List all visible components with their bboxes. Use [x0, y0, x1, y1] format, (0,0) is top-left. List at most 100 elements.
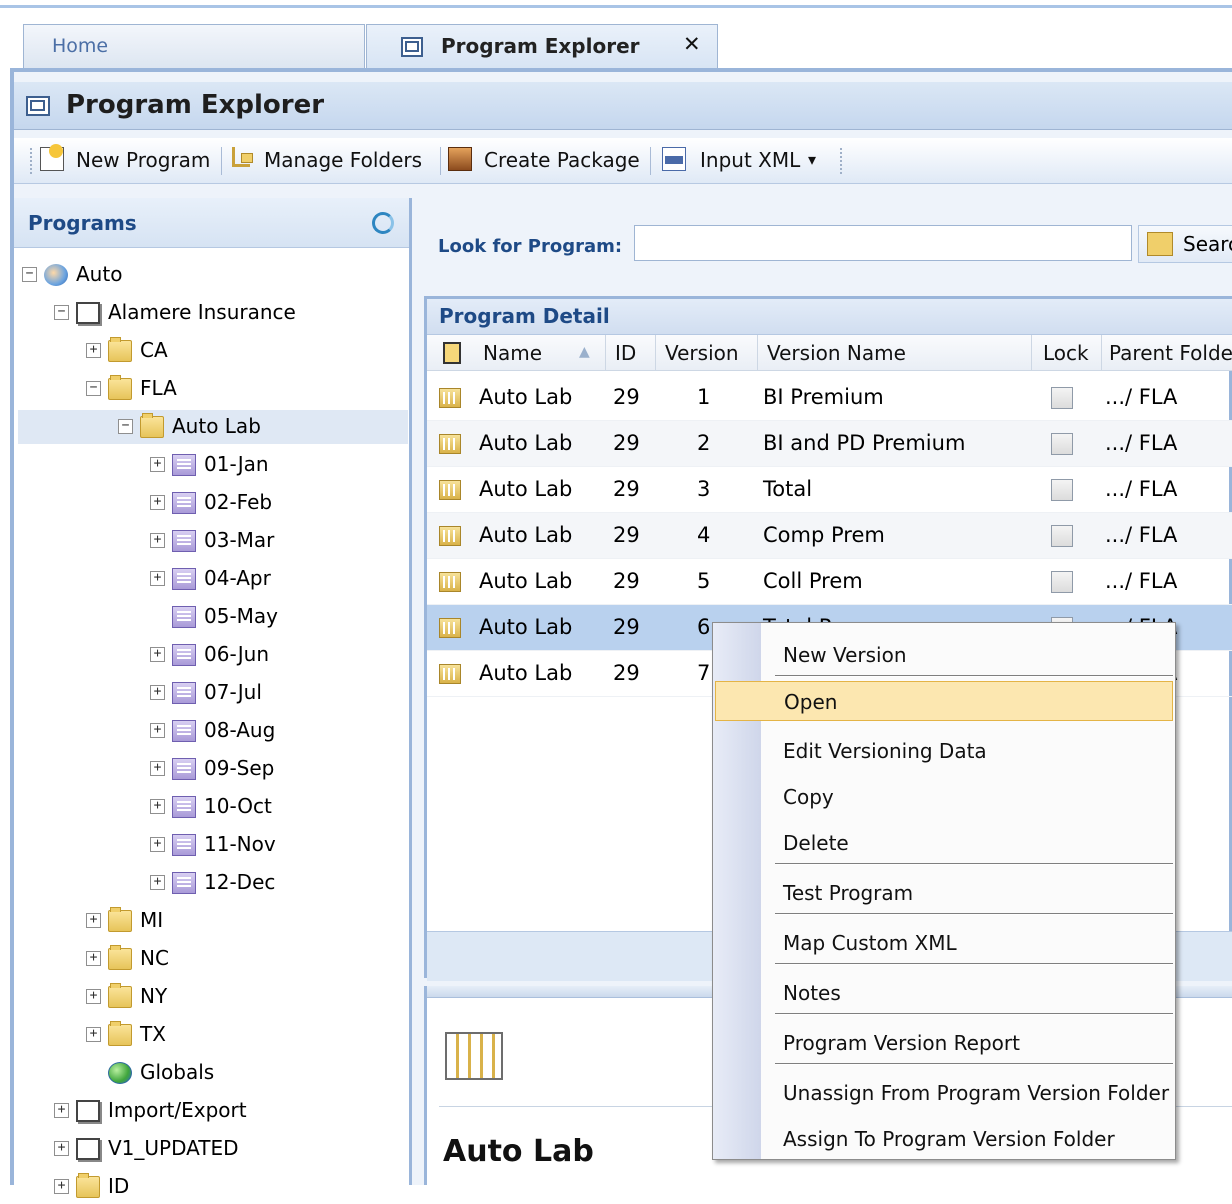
tree-item[interactable]: +06-Jun	[14, 638, 394, 672]
collapse-icon[interactable]: −	[118, 419, 133, 434]
tree-item[interactable]: +11-Nov	[14, 828, 394, 862]
tree-item[interactable]: + TX	[14, 1018, 394, 1052]
menu-item-test-program[interactable]: Test Program	[715, 873, 1173, 913]
column-header-version-name[interactable]: Version Name	[767, 341, 906, 365]
expand-icon[interactable]: +	[86, 951, 101, 966]
input-xml-icon	[662, 147, 686, 171]
cell-version: 5	[697, 569, 711, 593]
tree-item[interactable]: + ID	[14, 1170, 394, 1204]
programs-panel: Programs − Auto − Alamere Insurance + CA − FLA −…	[14, 198, 412, 1198]
cell-id: 29	[613, 569, 640, 593]
collapse-icon[interactable]: −	[86, 381, 101, 396]
lock-checkbox[interactable]	[1051, 479, 1073, 501]
create-package-button[interactable]: Create Package	[448, 147, 646, 175]
tree-item[interactable]: − Auto	[14, 258, 394, 292]
column-header-lock[interactable]: Lock	[1043, 341, 1089, 365]
expand-icon[interactable]: +	[150, 685, 165, 700]
manage-folders-button[interactable]: Manage Folders	[232, 147, 432, 175]
tree-item[interactable]: +10-Oct	[14, 790, 394, 824]
column-header-parent-folder[interactable]: Parent Folder	[1109, 341, 1232, 365]
table-row[interactable]: Auto Lab 29 3 Total .../ FLA	[427, 467, 1232, 513]
expand-icon[interactable]: +	[86, 989, 101, 1004]
tree-item[interactable]: + V1_UPDATED	[14, 1132, 394, 1166]
column-header-name[interactable]: Name	[483, 341, 542, 365]
tree-item-label: 06-Jun	[204, 642, 270, 666]
column-chooser-icon[interactable]	[443, 342, 461, 364]
tree-item[interactable]: − Auto Lab	[18, 410, 408, 444]
new-program-button[interactable]: New Program	[40, 144, 218, 175]
lock-checkbox[interactable]	[1051, 433, 1073, 455]
table-row[interactable]: Auto Lab 29 4 Comp Prem .../ FLA	[427, 513, 1232, 559]
tree-item[interactable]: +02-Feb	[14, 486, 394, 520]
lock-checkbox[interactable]	[1051, 571, 1073, 593]
menu-item-program-version-report[interactable]: Program Version Report	[715, 1023, 1173, 1063]
program-explorer-icon	[26, 96, 50, 116]
menu-item-label: Program Version Report	[783, 1031, 1020, 1055]
menu-item-copy[interactable]: Copy	[715, 777, 1173, 817]
expand-icon[interactable]: +	[86, 343, 101, 358]
tree-item[interactable]: − Alamere Insurance	[14, 296, 394, 330]
tree-item[interactable]: Globals	[14, 1056, 394, 1090]
input-xml-dropdown-icon[interactable]: ▾	[808, 150, 816, 169]
tree-item[interactable]: + NY	[14, 980, 394, 1014]
tree-item[interactable]: 05-May	[14, 600, 394, 634]
tree-item[interactable]: +12-Dec	[14, 866, 394, 900]
lock-checkbox[interactable]	[1051, 387, 1073, 409]
expand-icon[interactable]: +	[150, 495, 165, 510]
menu-item-notes[interactable]: Notes	[715, 973, 1173, 1013]
lock-checkbox[interactable]	[1051, 525, 1073, 547]
expand-icon[interactable]: +	[54, 1103, 69, 1118]
tree-item-label: Alamere Insurance	[108, 300, 296, 324]
tab-home[interactable]: Home	[23, 24, 365, 68]
tree-item[interactable]: + NC	[14, 942, 394, 976]
tree-item[interactable]: +07-Jul	[14, 676, 394, 710]
close-tab-icon[interactable]: ✕	[683, 32, 701, 56]
expand-icon[interactable]: +	[150, 533, 165, 548]
expand-icon[interactable]: +	[150, 837, 165, 852]
tree-item[interactable]: +09-Sep	[14, 752, 394, 786]
tree-item[interactable]: − FLA	[14, 372, 394, 406]
menu-item-unassign-from-program-version-folder[interactable]: Unassign From Program Version Folder	[715, 1073, 1173, 1113]
table-row[interactable]: Auto Lab 29 1 BI Premium .../ FLA	[427, 375, 1232, 421]
table-row[interactable]: Auto Lab 29 2 BI and PD Premium .../ FLA	[427, 421, 1232, 467]
menu-item-assign-to-program-version-folder[interactable]: Assign To Program Version Folder	[715, 1119, 1173, 1159]
menu-item-new-version[interactable]: New Version	[715, 635, 1173, 675]
menu-item-edit-versioning-data[interactable]: Edit Versioning Data	[715, 731, 1173, 771]
toolbar-grip[interactable]	[840, 148, 843, 174]
expand-icon[interactable]: +	[54, 1179, 69, 1194]
expand-icon[interactable]: +	[150, 723, 165, 738]
cell-version: 3	[697, 477, 711, 501]
expand-icon[interactable]: +	[86, 913, 101, 928]
tab-program-explorer[interactable]: Program Explorer ✕	[366, 24, 718, 70]
document-icon	[76, 302, 100, 324]
toolbar-grip[interactable]	[30, 148, 33, 174]
column-header-version[interactable]: Version	[665, 341, 739, 365]
collapse-icon[interactable]: −	[22, 267, 37, 282]
expand-icon[interactable]: +	[150, 799, 165, 814]
create-package-label: Create Package	[484, 148, 640, 172]
expand-icon[interactable]: +	[86, 1027, 101, 1042]
table-row[interactable]: Auto Lab 29 5 Coll Prem .../ FLA	[427, 559, 1232, 605]
expand-icon[interactable]: +	[150, 647, 165, 662]
tree-item[interactable]: +01-Jan	[14, 448, 394, 482]
tree-item[interactable]: +08-Aug	[14, 714, 394, 748]
input-xml-button[interactable]: Input XML ▾	[662, 147, 834, 175]
search-button[interactable]: Search	[1138, 225, 1232, 263]
collapse-icon[interactable]: −	[54, 305, 69, 320]
refresh-icon[interactable]	[372, 212, 394, 234]
expand-icon[interactable]: +	[150, 457, 165, 472]
search-input[interactable]	[634, 225, 1132, 261]
tree-item[interactable]: + Import/Export	[14, 1094, 394, 1128]
expand-icon[interactable]: +	[150, 571, 165, 586]
column-header-id[interactable]: ID	[615, 341, 636, 365]
menu-item-open[interactable]: Open	[715, 681, 1173, 721]
tree-item[interactable]: +03-Mar	[14, 524, 394, 558]
expand-icon[interactable]: +	[150, 875, 165, 890]
expand-icon[interactable]: +	[150, 761, 165, 776]
tree-item[interactable]: +04-Apr	[14, 562, 394, 596]
tree-item[interactable]: + MI	[14, 904, 394, 938]
menu-item-map-custom-xml[interactable]: Map Custom XML	[715, 923, 1173, 963]
menu-item-delete[interactable]: Delete	[715, 823, 1173, 863]
tree-item[interactable]: + CA	[14, 334, 394, 368]
expand-icon[interactable]: +	[54, 1141, 69, 1156]
